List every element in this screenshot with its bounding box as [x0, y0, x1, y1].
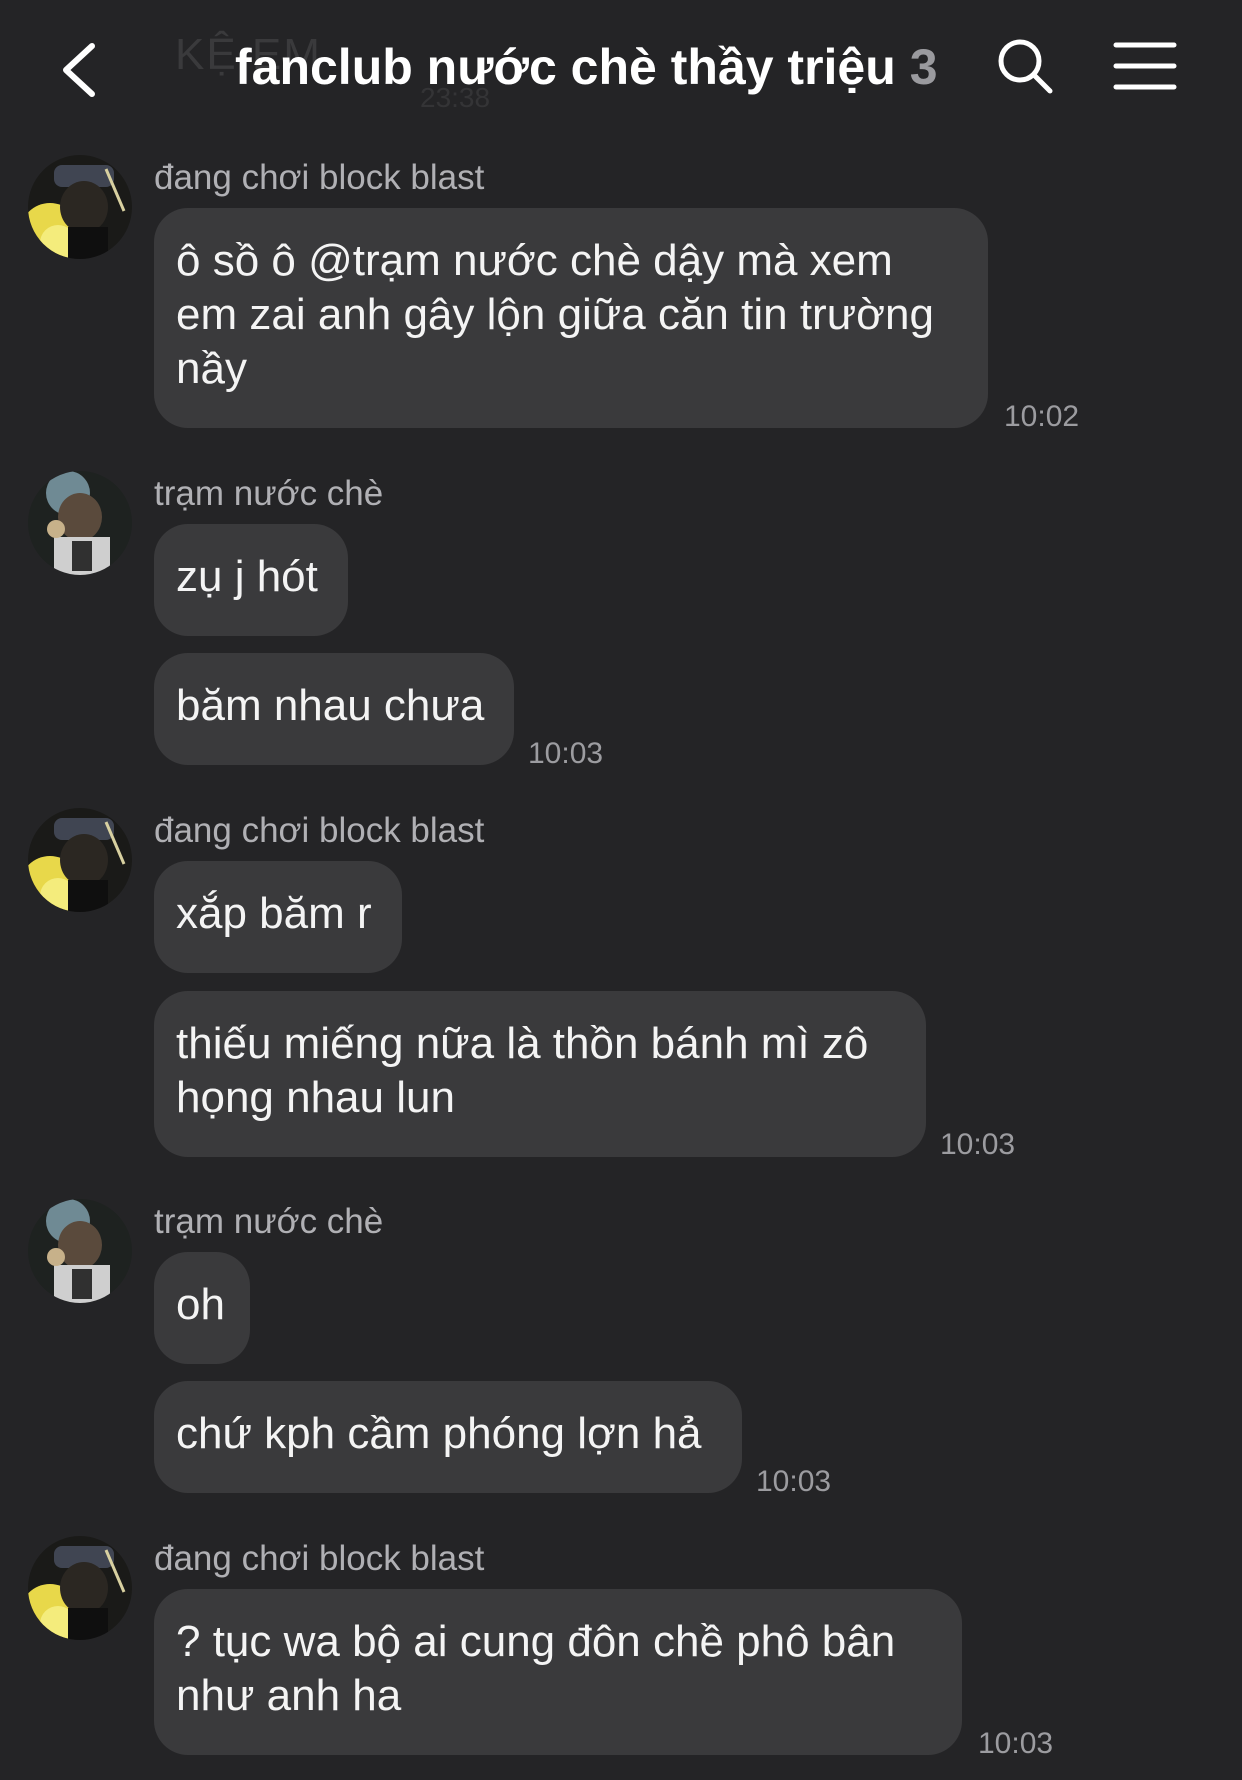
message-time: 10:03 [940, 1128, 1016, 1161]
message-time: 10:03 [528, 737, 604, 770]
sender-name: trạm nước chè [154, 1202, 384, 1241]
message-bubble[interactable]: băm nhau chưa [154, 653, 514, 765]
hamburger-menu-icon[interactable] [1112, 40, 1178, 92]
avatar-dang-choi-block-blast[interactable] [28, 808, 132, 912]
avatar-dang-choi-block-blast[interactable] [28, 155, 132, 259]
message-bubble[interactable]: oh [154, 1252, 250, 1364]
chat-title[interactable]: fanclub nước chè thầy triệu 3 [235, 38, 938, 96]
avatar-tram-nuoc-che[interactable] [28, 471, 132, 575]
group-name: fanclub nước chè thầy triệu [235, 39, 896, 95]
sender-name: đang chơi block blast [154, 1539, 485, 1578]
sender-name: đang chơi block blast [154, 811, 485, 850]
message-bubble[interactable]: chứ kph cầm phóng lợn hả [154, 1381, 742, 1493]
avatar-dang-choi-block-blast[interactable] [28, 1536, 132, 1640]
message-bubble[interactable]: ô sồ ô @trạm nước chè dậy mà xem em zai … [154, 208, 988, 428]
chat-header: KỆ EM 23:38 fanclub nước chè thầy triệu 3 [0, 0, 1242, 140]
avatar-tram-nuoc-che[interactable] [28, 1199, 132, 1303]
message-time: 10:03 [978, 1727, 1054, 1760]
message-bubble[interactable]: zụ j hót [154, 524, 348, 636]
search-icon[interactable] [995, 36, 1055, 96]
member-count: 3 [909, 39, 938, 95]
back-chevron-icon[interactable] [58, 40, 108, 100]
sender-name: trạm nước chè [154, 474, 384, 513]
message-bubble[interactable]: thiếu miếng nữa là thồn bánh mì zô họng … [154, 991, 926, 1157]
message-time: 10:02 [1004, 400, 1080, 433]
message-bubble[interactable]: xắp băm r [154, 861, 402, 973]
sender-name: đang chơi block blast [154, 158, 485, 197]
message-time: 10:03 [756, 1465, 832, 1498]
message-bubble[interactable]: ? tục wa bộ ai cung đôn chề phô bân như … [154, 1589, 962, 1755]
